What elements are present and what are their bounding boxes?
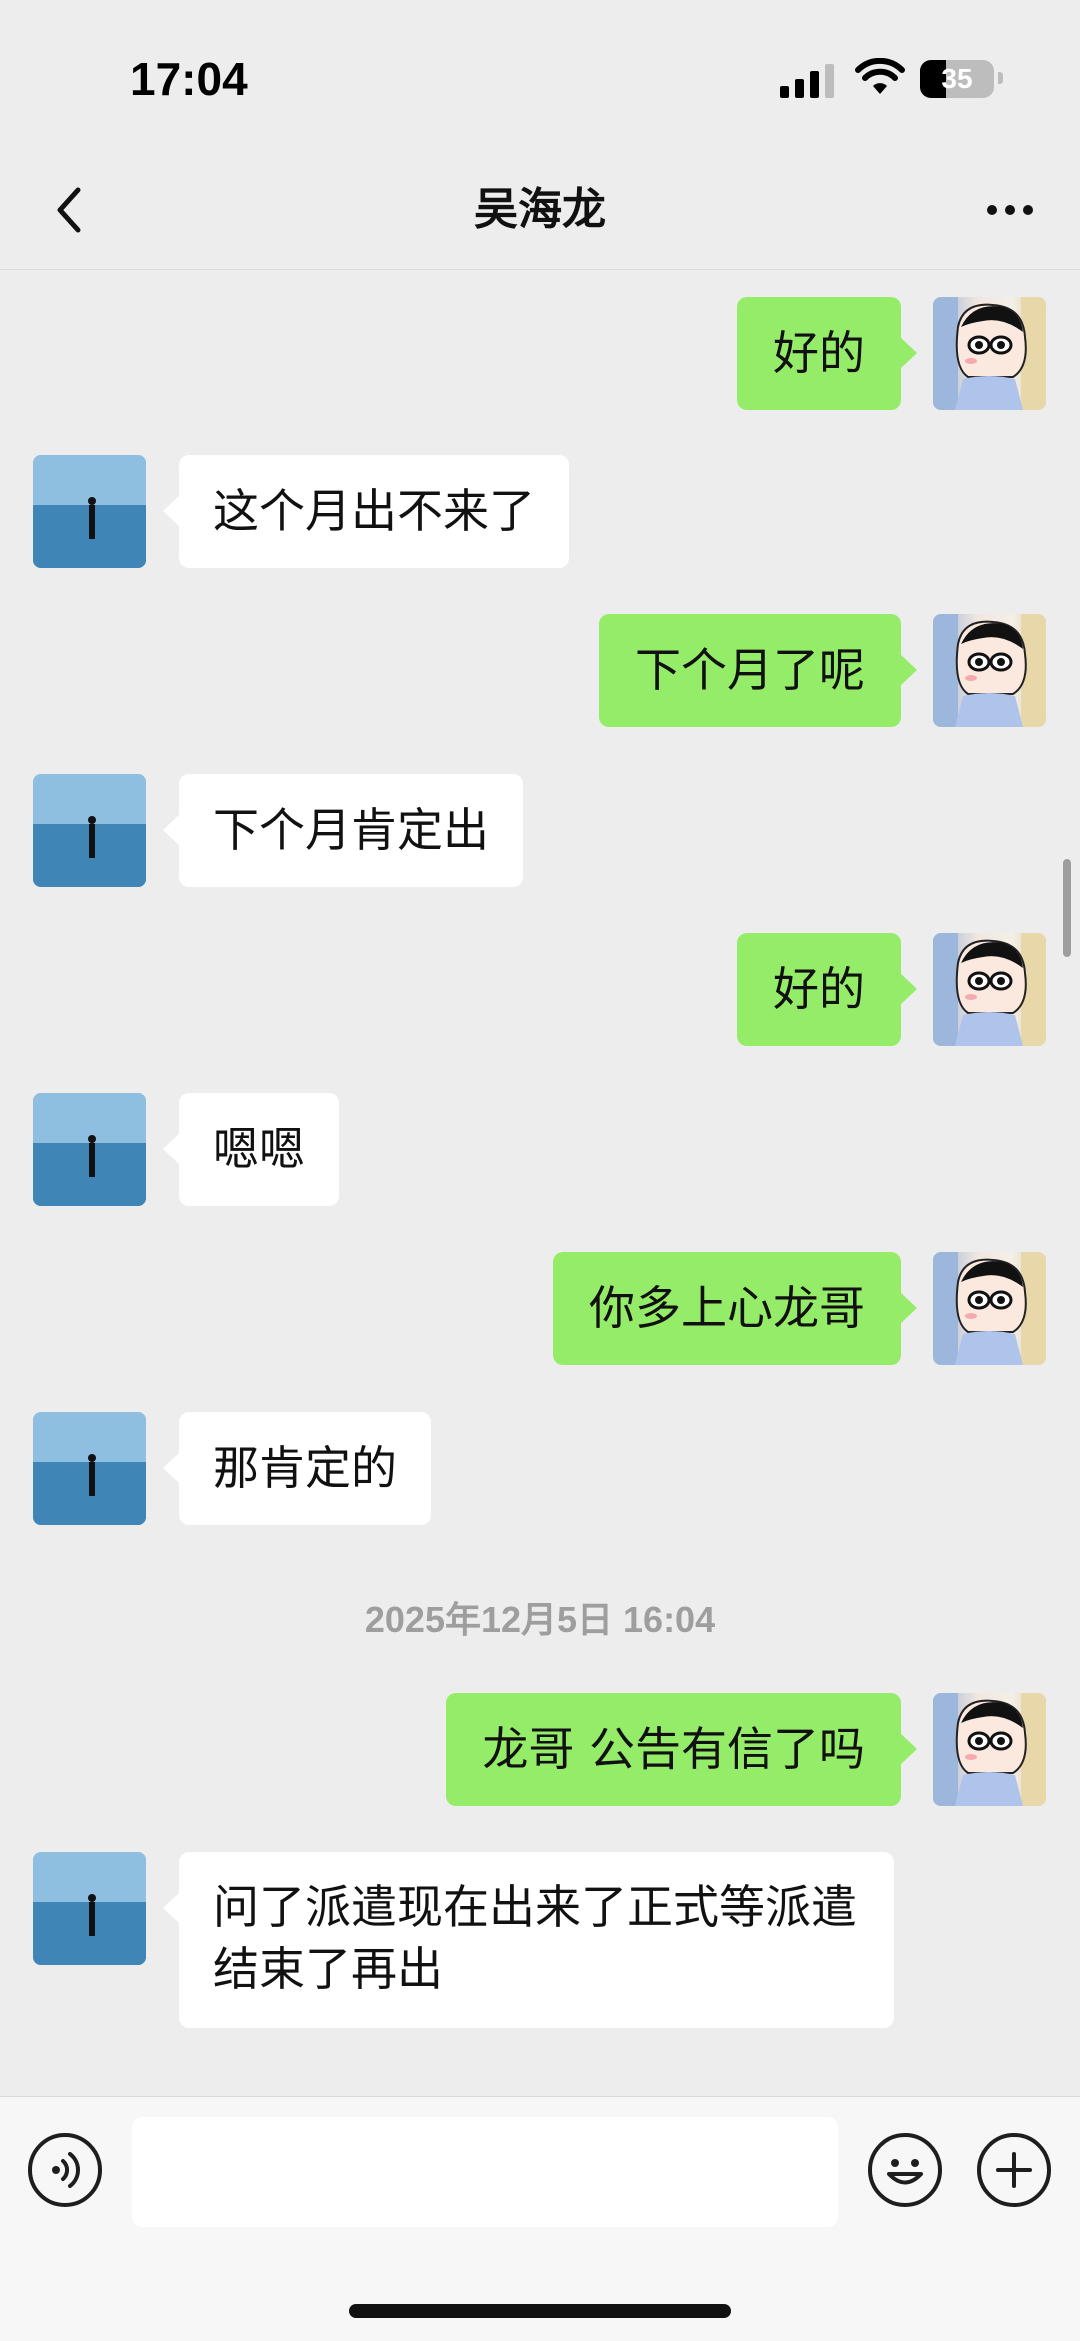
avatar-contact[interactable]: [33, 1093, 146, 1206]
message-timestamp: 2025年12月5日 16:04: [364, 1599, 716, 1640]
emoji-button[interactable]: [868, 2133, 942, 2207]
message-bubble-self[interactable]: 好的: [737, 933, 917, 1046]
avatar-self[interactable]: [933, 1693, 1046, 1806]
sea-person-avatar-image: [33, 455, 146, 568]
wifi-icon: [855, 58, 905, 94]
signal-icon: [780, 64, 840, 98]
plus-icon: [996, 2152, 1032, 2188]
sea-person-avatar-image: [33, 774, 146, 887]
avatar-contact[interactable]: [33, 1852, 146, 1965]
sea-person-avatar-image: [33, 1852, 146, 1965]
avatar-self[interactable]: [933, 614, 1046, 727]
plus-button[interactable]: [977, 2133, 1051, 2207]
status-bar: 17:04 35: [0, 0, 1080, 150]
emoji-icon: [887, 2159, 923, 2185]
battery-icon: 35: [920, 60, 994, 98]
sea-person-avatar-image: [33, 1093, 146, 1206]
status-time: 17:04: [130, 53, 248, 105]
shinchan-avatar-image: [933, 297, 1046, 410]
message-bubble-contact[interactable]: 下个月肯定出: [163, 774, 523, 887]
avatar-contact[interactable]: [33, 455, 146, 568]
message-bubble-contact[interactable]: 这个月出不来了: [163, 455, 569, 568]
message-bubble-contact[interactable]: 嗯嗯: [163, 1093, 339, 1206]
battery-tip: [998, 72, 1003, 84]
battery-level: 35: [941, 63, 973, 94]
message-input[interactable]: [132, 2117, 838, 2227]
message-list[interactable]: 好的 这个月出不来了 下个月了呢 下个月肯定出 好的 嗯嗯 你多上心龙哥 那肯定…: [0, 271, 1080, 2096]
chat-title: 吴海龙: [474, 184, 606, 235]
message-bubble-self[interactable]: 你多上心龙哥: [553, 1252, 917, 1365]
shinchan-avatar-image: [933, 1693, 1046, 1806]
message-bubble-self[interactable]: 好的: [737, 297, 917, 410]
message-bubble-self[interactable]: 龙哥 公告有信了吗: [446, 1693, 917, 1806]
avatar-self[interactable]: [933, 1252, 1046, 1365]
nav-bar: 吴海龙: [0, 150, 1080, 270]
voice-icon: [52, 2152, 80, 2188]
avatar-self[interactable]: [933, 297, 1046, 410]
sea-person-avatar-image: [33, 1412, 146, 1525]
avatar-contact[interactable]: [33, 774, 146, 887]
more-icon[interactable]: [970, 180, 1050, 240]
shinchan-avatar-image: [933, 1252, 1046, 1365]
scrollbar[interactable]: [1063, 859, 1071, 957]
avatar-self[interactable]: [933, 933, 1046, 1046]
message-bubble-contact[interactable]: 问了派遣现在出来了正式等派遣结束了再出: [163, 1852, 894, 2028]
shinchan-avatar-image: [933, 933, 1046, 1046]
message-bubble-self[interactable]: 下个月了呢: [599, 614, 917, 727]
avatar-contact[interactable]: [33, 1412, 146, 1525]
shinchan-avatar-image: [933, 614, 1046, 727]
voice-button[interactable]: [28, 2133, 102, 2207]
home-indicator[interactable]: [349, 2304, 731, 2318]
status-icons: 35: [780, 58, 1010, 98]
message-bubble-contact[interactable]: 那肯定的: [163, 1412, 431, 1525]
